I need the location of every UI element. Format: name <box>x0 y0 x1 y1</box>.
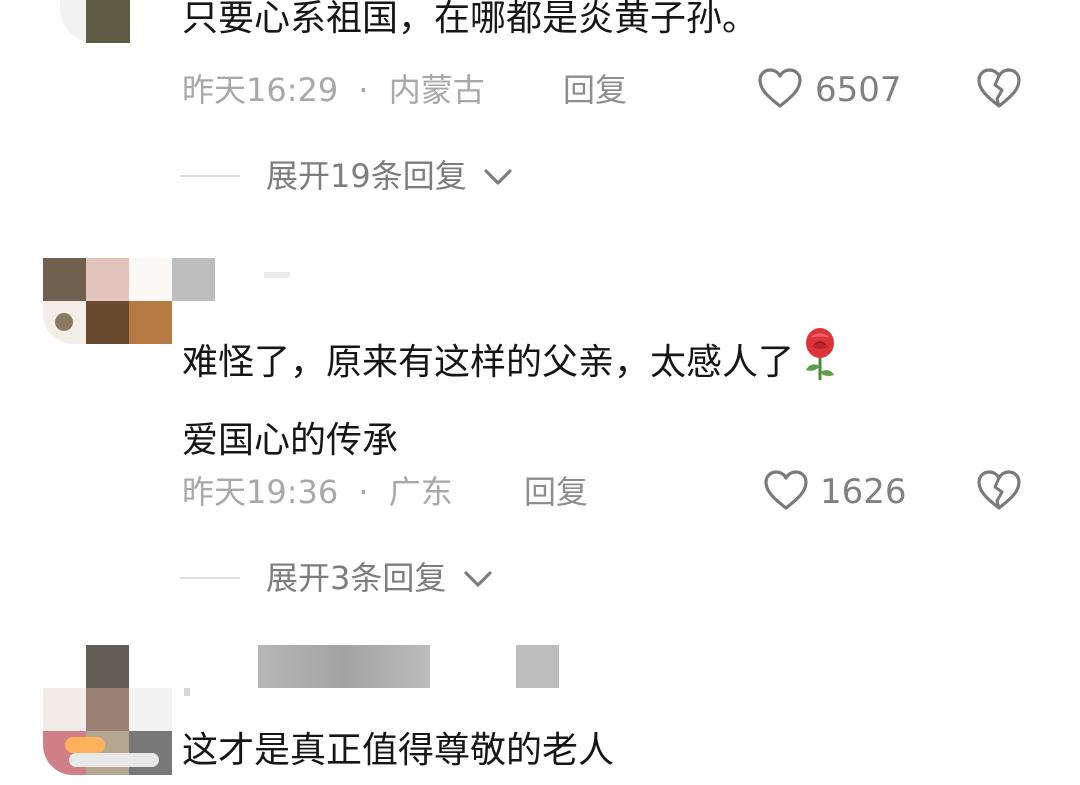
comment-location: 内蒙古 <box>388 71 485 109</box>
dislike-broken-heart-icon[interactable] <box>976 67 1022 109</box>
comment-time: 昨天16:29 <box>182 71 339 109</box>
rose-icon <box>800 326 840 395</box>
dislike-broken-heart-icon[interactable] <box>976 469 1022 511</box>
comment-text-line-2: 爱国心的传承 <box>182 420 399 461</box>
username-blurred[interactable] <box>258 645 430 688</box>
comment-meta: 昨天19:36 · 广东 <box>182 472 453 512</box>
comment-text: 只要心系祖国，在哪都是炎黄子孙。 <box>182 0 759 39</box>
expand-replies-label: 展开3条回复 <box>266 559 447 597</box>
username-dot <box>184 688 190 696</box>
expand-replies-button[interactable]: 展开19条回复 <box>266 156 513 196</box>
expand-divider <box>180 577 240 579</box>
like-count: 1626 <box>820 472 907 512</box>
comment-text: 这才是真正值得尊敬的老人 <box>182 730 615 771</box>
avatar[interactable] <box>43 645 172 775</box>
chevron-down-icon <box>463 567 493 591</box>
expand-replies-button[interactable]: 展开3条回复 <box>266 558 493 598</box>
expand-divider <box>180 175 240 177</box>
meta-separator: · <box>358 71 369 109</box>
comment-text: 难怪了，原来有这样的父亲，太感人了 爱国心的传承 <box>182 326 840 465</box>
comment-location: 广东 <box>388 473 453 511</box>
avatar[interactable] <box>60 0 130 43</box>
expand-replies-label: 展开19条回复 <box>266 157 467 195</box>
username-badge-blurred <box>516 645 559 688</box>
comment-time: 昨天19:36 <box>182 473 339 511</box>
reply-button[interactable]: 回复 <box>524 472 588 512</box>
like-count: 6507 <box>815 70 902 110</box>
meta-separator: · <box>358 473 369 511</box>
like-heart-icon[interactable] <box>757 67 803 109</box>
chevron-down-icon <box>483 165 513 189</box>
comment-text-line-1: 难怪了，原来有这样的父亲，太感人了 <box>182 326 840 395</box>
username-blurred[interactable] <box>264 272 290 278</box>
comment-meta: 昨天16:29 · 内蒙古 <box>182 70 485 110</box>
like-heart-icon[interactable] <box>763 469 809 511</box>
reply-button[interactable]: 回复 <box>563 70 627 110</box>
